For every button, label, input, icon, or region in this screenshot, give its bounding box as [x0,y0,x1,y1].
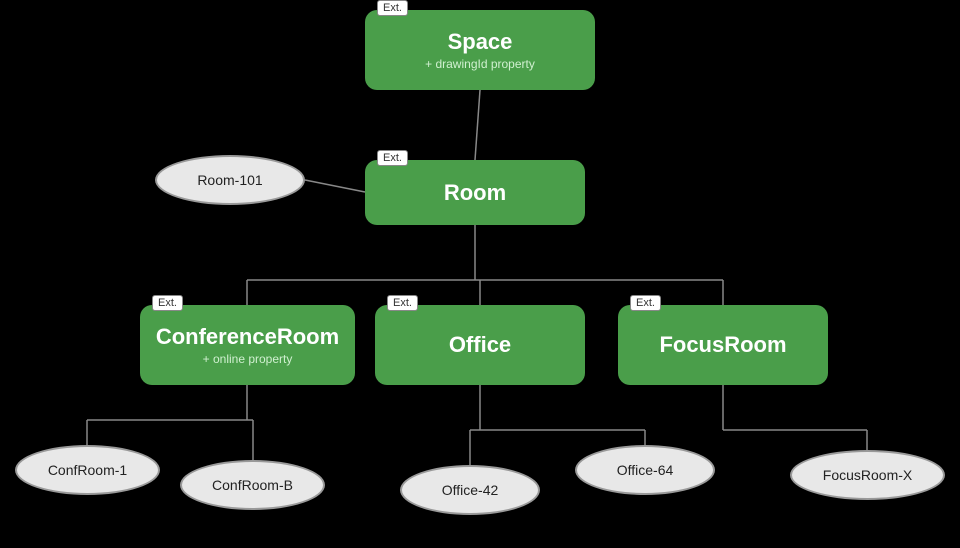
conference-room-subtitle: + online property [203,352,293,366]
space-title: Space [448,29,513,55]
room-node: Ext. Room [365,160,585,225]
office-42-ellipse: Office-42 [400,465,540,515]
confroom-b-label: ConfRoom-B [212,477,293,493]
focus-room-node: Ext. FocusRoom [618,305,828,385]
office-42-label: Office-42 [442,482,499,498]
conference-room-node: Ext. ConferenceRoom + online property [140,305,355,385]
focus-room-title: FocusRoom [659,332,786,358]
office-64-ellipse: Office-64 [575,445,715,495]
room-101-label: Room-101 [197,172,262,188]
space-subtitle: + drawingId property [425,57,535,71]
room-ext-badge: Ext. [377,150,408,166]
office-title: Office [449,332,511,358]
room-101-ellipse: Room-101 [155,155,305,205]
space-node: Ext. Space + drawingId property [365,10,595,90]
office-ext-badge: Ext. [387,295,418,311]
focus-room-ext-badge: Ext. [630,295,661,311]
conference-room-title: ConferenceRoom [156,324,339,350]
confroom-b-ellipse: ConfRoom-B [180,460,325,510]
office-node: Ext. Office [375,305,585,385]
confroom-1-ellipse: ConfRoom-1 [15,445,160,495]
office-64-label: Office-64 [617,462,674,478]
conference-room-ext-badge: Ext. [152,295,183,311]
focusroom-x-label: FocusRoom-X [823,467,912,483]
focusroom-x-ellipse: FocusRoom-X [790,450,945,500]
space-ext-badge: Ext. [377,0,408,16]
room-title: Room [444,180,506,206]
confroom-1-label: ConfRoom-1 [48,462,127,478]
